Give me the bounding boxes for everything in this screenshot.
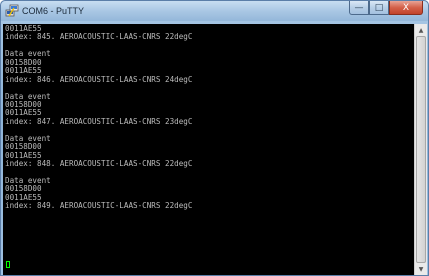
- terminal-line: index: 847. AEROACOUSTIC-LAAS-CNRS 23deg…: [5, 116, 193, 126]
- terminal-area[interactable]: 0011AE55 index: 845. AEROACOUSTIC-LAAS-CN…: [3, 24, 414, 275]
- maximize-button[interactable]: □: [369, 1, 389, 15]
- scroll-thumb[interactable]: [416, 36, 426, 263]
- terminal-line: index: 849. AEROACOUSTIC-LAAS-CNRS 22deg…: [5, 201, 193, 211]
- terminal-output: 0011AE55 index: 845. AEROACOUSTIC-LAAS-CN…: [5, 24, 193, 211]
- scroll-up-arrow-icon[interactable]: ▲: [415, 24, 427, 36]
- window-title: COM6 - PuTTY: [22, 6, 85, 16]
- maximize-icon: □: [374, 2, 384, 13]
- terminal-line: index: 846. AEROACOUSTIC-LAAS-CNRS 24deg…: [5, 74, 193, 84]
- minimize-button[interactable]: —: [349, 1, 369, 15]
- caption-buttons: — □ X: [349, 1, 423, 15]
- vertical-scrollbar[interactable]: ▲ ▼: [414, 24, 427, 275]
- title-bar[interactable]: COM6 - PuTTY — □ X: [1, 1, 428, 21]
- minimize-icon: —: [354, 2, 364, 13]
- terminal-line: index: 848. AEROACOUSTIC-LAAS-CNRS 22deg…: [5, 159, 193, 168]
- terminal-line: index: 845. AEROACOUSTIC-LAAS-CNRS 22deg…: [5, 32, 193, 42]
- close-icon: X: [402, 2, 410, 13]
- scroll-down-arrow-icon[interactable]: ▼: [415, 263, 427, 275]
- putty-computer-icon[interactable]: [5, 4, 19, 18]
- putty-window: COM6 - PuTTY — □ X 0011AE55 index: 845. A…: [0, 0, 429, 276]
- close-button[interactable]: X: [389, 1, 423, 15]
- terminal-cursor: [6, 261, 10, 268]
